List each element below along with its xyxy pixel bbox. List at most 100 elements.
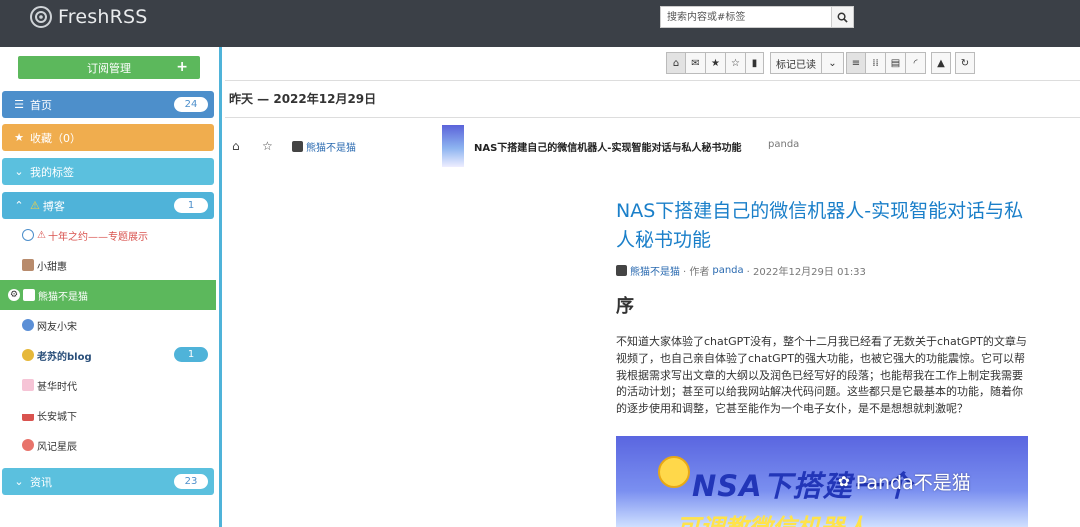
- chevron-down-icon: ⌄: [14, 165, 24, 178]
- envelope-icon: ✉: [691, 57, 700, 69]
- sort-order-button[interactable]: ▲: [931, 52, 951, 74]
- meta-date: · 2022年12月29日 01:33: [746, 267, 866, 278]
- feed-item-active[interactable]: ⚙ 熊猫不是猫: [0, 280, 216, 310]
- article-row-author: panda: [768, 139, 800, 150]
- feed-favicon: [23, 289, 35, 301]
- feed-item[interactable]: 网友小宋: [0, 310, 216, 340]
- category-home[interactable]: ☰ 首页 24: [2, 91, 214, 118]
- feed-label: 网友小宋: [37, 321, 77, 333]
- favorite-toggle-icon[interactable]: ☆: [262, 139, 273, 153]
- feed-item[interactable]: ⚠ 十年之约——专题展示: [0, 220, 216, 250]
- banner-text-2: 可调教微信机器人: [676, 508, 868, 527]
- meta-by: · 作者: [683, 267, 710, 278]
- feed-favicon: [22, 439, 34, 451]
- search-button[interactable]: [831, 6, 854, 28]
- list-icon: ≡: [851, 57, 861, 69]
- freshrss-logo[interactable]: FreshRSS: [30, 4, 148, 30]
- feed-favicon: [22, 409, 34, 421]
- mark-read-label: 标记已读: [776, 59, 816, 71]
- sort-button-wrap: ▲: [931, 52, 951, 74]
- feed-item[interactable]: 老苏的blog 1: [0, 340, 216, 370]
- read-filter-button[interactable]: ✉: [686, 52, 706, 74]
- chevron-down-icon: ⌄: [828, 57, 837, 69]
- feed-label: 老苏的blog: [37, 351, 92, 363]
- article-content: NAS下搭建自己的微信机器人-实现智能对话与私人秘书功能 熊猫不是猫 · 作者 …: [616, 197, 1030, 418]
- unstarred-filter-button[interactable]: ☆: [726, 52, 746, 74]
- view-mode-group: ≡ ⁞⁞ ▤ ◜: [846, 52, 926, 74]
- feed-label: 小甜惠: [37, 261, 67, 273]
- section-heading: 序: [616, 296, 634, 317]
- starred-filter-button[interactable]: ★: [706, 52, 726, 74]
- feed-label: 十年之约——专题展示: [47, 231, 148, 243]
- smiley-icon: [658, 456, 690, 488]
- category-blog[interactable]: ⌃ ⚠ 搏客 1: [2, 192, 214, 219]
- reader-icon: ▤: [890, 57, 901, 69]
- top-header: FreshRSS: [0, 0, 1080, 47]
- warning-icon: ⚠: [37, 229, 46, 241]
- subscribe-label: 订阅管理: [87, 61, 131, 75]
- plus-icon: +: [176, 59, 188, 75]
- refresh-icon: ↻: [960, 57, 970, 69]
- feed-favicon: [22, 259, 34, 271]
- article-source[interactable]: 熊猫不是猫: [292, 139, 356, 154]
- category-label: 我的标签: [30, 165, 74, 179]
- unread-badge: 1: [174, 347, 208, 362]
- feed-item[interactable]: 长安城下: [0, 400, 216, 430]
- mark-read-button[interactable]: 标记已读: [770, 52, 822, 74]
- feed-item[interactable]: 小甜惠: [0, 250, 216, 280]
- mark-read-toggle-icon[interactable]: ⌂: [232, 139, 240, 153]
- date-label: 昨天 — 2022年12月29日: [229, 92, 377, 106]
- subscription-management-button[interactable]: 订阅管理 +: [18, 56, 200, 79]
- unread-badge: 1: [174, 198, 208, 213]
- category-label: 搏客: [42, 199, 65, 213]
- category-label: 首页: [30, 98, 52, 112]
- search-box: [660, 6, 854, 28]
- category-news[interactable]: ⌄ 资讯 23: [2, 468, 214, 495]
- feed-favicon: [616, 265, 627, 276]
- article-row-title[interactable]: NAS下搭建自己的微信机器人-实现智能对话与私人秘书功能: [474, 139, 741, 154]
- unread-filter-button[interactable]: ⌂: [666, 52, 686, 74]
- bars-icon: ☰: [14, 98, 24, 111]
- wechat-icon: ✿: [838, 473, 850, 490]
- category-my-tags[interactable]: ⌄ 我的标签: [2, 158, 214, 185]
- search-icon: [837, 12, 848, 23]
- feed-item[interactable]: 风记星辰: [0, 430, 216, 460]
- star-filled-icon: ★: [711, 57, 720, 69]
- chevron-up-icon: ⌃: [14, 199, 24, 212]
- feed-favicon: [22, 349, 34, 361]
- refresh-button[interactable]: ↻: [955, 52, 975, 74]
- rss-view-button[interactable]: ◜: [906, 52, 926, 74]
- meta-source-link[interactable]: 熊猫不是猫: [630, 263, 680, 278]
- bookmark-icon: ▮: [751, 57, 758, 69]
- feed-favicon: [292, 141, 303, 152]
- watermark: ✿ Panda不是猫: [838, 468, 971, 495]
- warning-icon: ⚠: [30, 199, 40, 212]
- star-icon: ★: [14, 131, 24, 144]
- search-input[interactable]: [660, 6, 831, 28]
- article-meta: 熊猫不是猫 · 作者 panda · 2022年12月29日 01:33: [616, 263, 1030, 278]
- feed-favicon: [22, 319, 34, 331]
- meta-author-link[interactable]: panda: [712, 265, 743, 276]
- category-favorites[interactable]: ★ 收藏（0）: [2, 124, 214, 151]
- home-icon: ⌂: [672, 57, 680, 69]
- article-list-row[interactable]: ⌂ ☆ 熊猫不是猫 NAS下搭建自己的微信机器人-实现智能对话与私人秘书功能 p…: [225, 118, 1080, 172]
- category-label: 资讯: [30, 475, 52, 489]
- sidebar: 订阅管理 + ☰ 首页 24 ★ 收藏（0） ⌄ 我的标签 ⌃ ⚠ 搏客 1 ⚠…: [0, 47, 222, 527]
- bookmark-filter-button[interactable]: ▮: [746, 52, 764, 74]
- feed-favicon: [22, 229, 34, 241]
- global-view-button[interactable]: ⁞⁞: [866, 52, 886, 74]
- gear-icon: ⚙: [8, 289, 20, 301]
- app-name: FreshRSS: [58, 6, 148, 28]
- feed-label: 熊猫不是猫: [38, 291, 88, 303]
- article-title[interactable]: NAS下搭建自己的微信机器人-实现智能对话与私人秘书功能: [616, 197, 1030, 255]
- unread-badge: 23: [174, 474, 208, 489]
- normal-view-button[interactable]: ≡: [846, 52, 866, 74]
- rss-icon: ◜: [913, 57, 918, 69]
- feed-item[interactable]: 甚华时代: [0, 370, 216, 400]
- source-label: 熊猫不是猫: [306, 143, 356, 154]
- mark-read-dropdown[interactable]: ⌄: [822, 52, 844, 74]
- reader-view-button[interactable]: ▤: [886, 52, 906, 74]
- day-separator: 昨天 — 2022年12月29日: [225, 80, 1080, 118]
- read-filter-group: ⌂ ✉ ★ ☆ ▮: [666, 52, 764, 74]
- feed-label: 甚华时代: [37, 381, 77, 393]
